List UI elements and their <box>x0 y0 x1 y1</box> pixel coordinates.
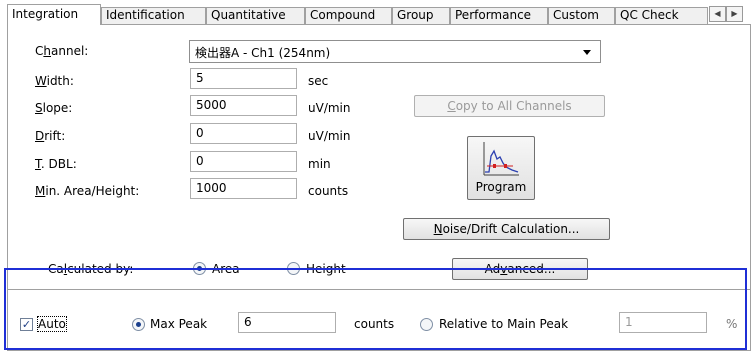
tab-scroll-right-icon[interactable]: ▶ <box>726 6 743 22</box>
max-peak-unit: counts <box>354 317 395 331</box>
tab-compound[interactable]: Compound <box>305 7 392 24</box>
chromatogram-icon <box>483 142 519 176</box>
tab-qc-check[interactable]: QC Check <box>615 7 708 24</box>
tdbl-label-rest: . DBL: <box>40 157 77 171</box>
slope-unit: uV/min <box>308 101 351 115</box>
min-area-height-input[interactable]: 1000 <box>190 178 297 199</box>
program-button-label: Program <box>475 180 527 194</box>
tab-quantitative[interactable]: Quantitative <box>206 7 305 24</box>
channel-select[interactable]: 検出器A - Ch1 (254nm) <box>189 40 601 63</box>
slope-label-accel: S <box>35 101 43 115</box>
slope-label: Slope: <box>35 101 72 115</box>
auto-checkbox[interactable]: ✓ <box>20 318 33 331</box>
relative-to-main-peak-label[interactable]: Relative to Main Peak <box>439 317 568 331</box>
tdbl-label: T. DBL: <box>35 157 77 171</box>
tab-identification[interactable]: Identification <box>101 7 206 24</box>
channel-select-value: 検出器A - Ch1 (254nm) <box>195 46 331 60</box>
relative-to-main-peak-input[interactable]: 1 <box>619 312 707 333</box>
tab-bar: Integration Identification Quantitative … <box>7 4 751 25</box>
percent-unit: % <box>726 317 738 331</box>
tab-scroll-left-icon[interactable]: ◀ <box>709 6 726 22</box>
tdbl-unit: min <box>308 157 331 171</box>
min-area-height-label-accel: M <box>35 184 46 198</box>
max-peak-label[interactable]: Max Peak <box>150 317 207 331</box>
copy-to-all-channels-button[interactable]: Copy to All Channels <box>414 95 605 117</box>
copy-button-rest: opy to All Channels <box>455 99 572 113</box>
max-peak-input[interactable]: 6 <box>238 312 336 333</box>
auto-label[interactable]: Auto <box>37 316 67 332</box>
min-area-height-label: Min. Area/Height: <box>35 184 139 198</box>
drift-label: Drift: <box>35 129 65 143</box>
copy-button-accel: C <box>447 99 456 113</box>
slope-label-rest: lope: <box>42 101 73 115</box>
tdbl-input[interactable]: 0 <box>190 151 297 172</box>
max-peak-radio[interactable] <box>132 318 145 331</box>
width-label: Width: <box>35 74 74 88</box>
drift-label-accel: D <box>35 129 45 143</box>
tab-integration[interactable]: Integration <box>7 4 101 25</box>
chevron-down-icon[interactable] <box>583 50 591 55</box>
drift-label-rest: rift: <box>44 129 66 143</box>
channel-label-post: annel: <box>51 44 89 58</box>
tab-group[interactable]: Group <box>392 7 450 24</box>
tab-performance[interactable]: Performance <box>450 7 548 24</box>
noise-button-rest: oise/Drift Calculation... <box>442 222 580 236</box>
width-label-accel: W <box>35 74 47 88</box>
drift-input[interactable]: 0 <box>190 123 297 144</box>
min-area-height-unit: counts <box>308 184 349 198</box>
noise-drift-calculation-button[interactable]: Noise/Drift Calculation... <box>403 218 610 240</box>
channel-label-accel: h <box>43 44 51 58</box>
width-unit: sec <box>308 74 329 88</box>
tab-custom[interactable]: Custom <box>548 7 615 24</box>
width-input[interactable]: 5 <box>190 68 297 89</box>
auto-section-highlight <box>4 268 747 350</box>
min-area-height-label-rest: in. Area/Height: <box>45 184 140 198</box>
drift-unit: uV/min <box>308 129 351 143</box>
channel-label: Channel: <box>35 44 88 58</box>
slope-input[interactable]: 5000 <box>190 95 297 116</box>
relative-to-main-peak-radio[interactable] <box>420 318 433 331</box>
program-button[interactable]: Program <box>467 136 535 200</box>
width-label-rest: idth: <box>46 74 74 88</box>
noise-button-accel: N <box>433 222 443 236</box>
tab-scroll-buttons: ◀ ▶ <box>709 6 743 22</box>
